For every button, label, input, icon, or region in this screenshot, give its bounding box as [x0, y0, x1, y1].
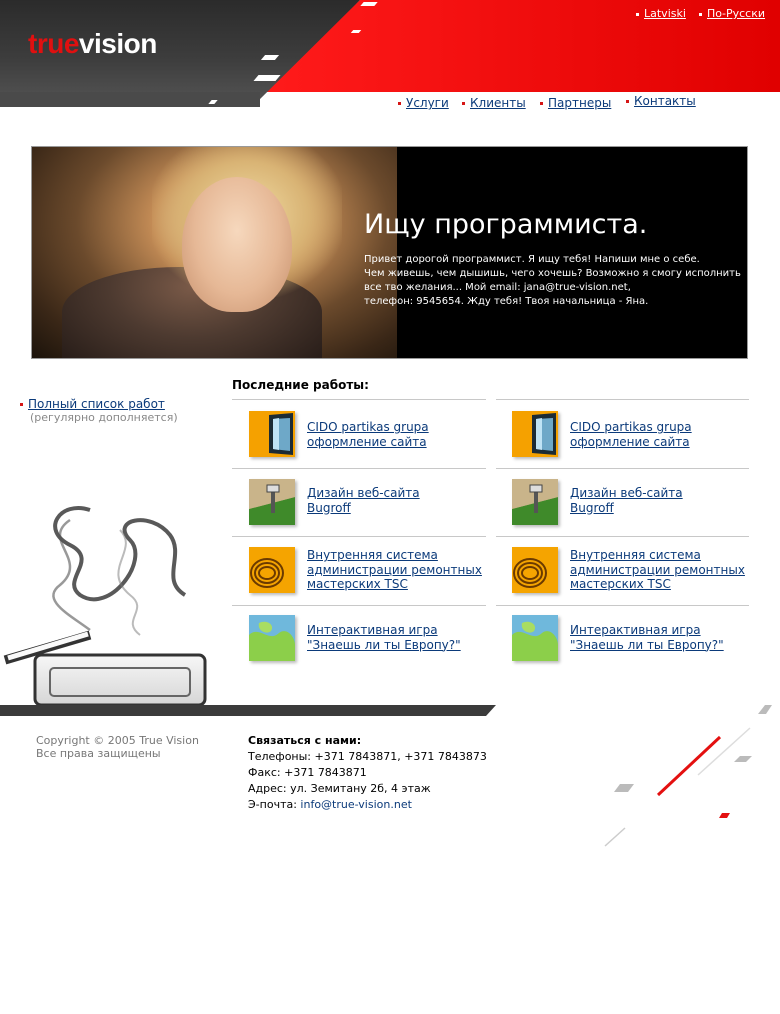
work-link-line[interactable]: Внутренняя система: [307, 548, 438, 562]
lang-latviski[interactable]: Latviski: [636, 7, 686, 20]
work-item[interactable]: CIDO partikas grupa оформление сайта: [307, 420, 482, 449]
bullet-icon: [699, 12, 702, 16]
work-link-line[interactable]: Интерактивная игра: [307, 623, 438, 637]
nav-item-services[interactable]: Услуги: [398, 96, 449, 110]
header-gray-strip: [0, 92, 260, 107]
bullet-icon: [626, 100, 629, 103]
hero-photo: [32, 147, 397, 358]
contacts-email-label: Э-почта:: [248, 798, 301, 811]
work-link-line[interactable]: мастерских TSC: [307, 577, 408, 591]
work-link-line[interactable]: "Знаешь ли ты Европу?": [307, 638, 461, 652]
work-link-line[interactable]: Дизайн веб-сайта: [570, 486, 683, 500]
divider: [496, 399, 749, 400]
all-works-link[interactable]: Полный список работ: [28, 397, 165, 411]
works-title: Последние работы:: [232, 378, 369, 392]
nav-item-contacts[interactable]: Контакты: [626, 94, 696, 108]
smoking-ashtray-illustration: [3, 506, 207, 705]
all-works-item[interactable]: Полный список работ: [20, 397, 165, 411]
divider: [496, 536, 749, 537]
work-item[interactable]: CIDO partikas grupa оформление сайта: [570, 420, 745, 449]
hero-title: Ищу программиста.: [364, 209, 648, 240]
footer-bar: [0, 705, 496, 716]
contacts-fax: Факс: +371 7843871: [248, 766, 367, 779]
hero-text-line: телефон: 9545654. Жду тебя! Твоя начальн…: [364, 296, 649, 307]
contacts-block: Связаться с нами: Телефоны: +371 7843871…: [248, 733, 487, 813]
divider: [496, 605, 749, 606]
logo-word-vision: vision: [78, 28, 157, 59]
bullet-icon: [636, 12, 639, 16]
work-link-line[interactable]: "Знаешь ли ты Европу?": [570, 638, 724, 652]
work-link-line[interactable]: оформление сайта: [570, 435, 690, 449]
work-item[interactable]: Внутренняя система администрации ремонтн…: [307, 548, 482, 592]
work-link-line[interactable]: CIDO partikas grupa: [570, 420, 692, 434]
nav-link-clients[interactable]: Клиенты: [470, 96, 526, 110]
contacts-heading: Связаться с нами:: [248, 734, 362, 747]
bullet-icon: [398, 102, 401, 105]
tv-screen-icon[interactable]: [249, 411, 295, 457]
work-link-line[interactable]: Интерактивная игра: [570, 623, 701, 637]
divider: [496, 468, 749, 469]
work-link-line[interactable]: администрации ремонтных: [307, 563, 482, 577]
nav-link-partners[interactable]: Партнеры: [548, 96, 611, 110]
copyright-line: Copyright © 2005 True Vision: [36, 734, 199, 747]
europe-map-icon[interactable]: [249, 615, 295, 661]
brand-logo[interactable]: truevision: [28, 28, 157, 60]
hero-banner: Ищу программиста. Привет дорогой програм…: [31, 146, 748, 359]
work-link-line[interactable]: администрации ремонтных: [570, 563, 745, 577]
divider: [232, 468, 486, 469]
nav-link-services[interactable]: Услуги: [406, 96, 449, 110]
garden-lamp-icon[interactable]: [512, 479, 558, 525]
work-link-line[interactable]: Внутренняя система: [570, 548, 701, 562]
bullet-icon: [462, 102, 465, 105]
contacts-email-link[interactable]: info@true-vision.net: [300, 798, 411, 811]
lang-link-russian[interactable]: По-Русски: [707, 7, 765, 20]
contacts-email-row: Э-почта: info@true-vision.net: [248, 797, 487, 813]
hero-text-line: Чем живешь, чем дышишь, чего хочешь? Воз…: [364, 268, 741, 279]
cable-coil-icon[interactable]: [249, 547, 295, 593]
hero-text-line: все тво желания... Мой email: jana@true-…: [364, 282, 631, 293]
work-item[interactable]: Интерактивная игра "Знаешь ли ты Европу?…: [307, 623, 482, 652]
europe-map-icon[interactable]: [512, 615, 558, 661]
divider: [232, 605, 486, 606]
contacts-address: Адрес: ул. Земитану 2б, 4 этаж: [248, 782, 431, 795]
hero-text: Привет дорогой программист. Я ищу тебя! …: [364, 253, 741, 309]
work-item[interactable]: Интерактивная игра "Знаешь ли ты Европу?…: [570, 623, 745, 652]
work-link-line[interactable]: оформление сайта: [307, 435, 427, 449]
work-link-line[interactable]: Bugroff: [570, 501, 614, 515]
lang-russian[interactable]: По-Русски: [699, 7, 765, 20]
bullet-icon: [540, 102, 543, 105]
hero-text-line: Привет дорогой программист. Я ищу тебя! …: [364, 254, 700, 265]
contacts-phones: Телефоны: +371 7843871, +371 7843873: [248, 750, 487, 763]
work-item[interactable]: Дизайн веб-сайта Bugroff: [570, 486, 745, 515]
work-link-line[interactable]: Bugroff: [307, 501, 351, 515]
all-works-note: (регулярно дополняется): [30, 411, 178, 424]
work-item[interactable]: Дизайн веб-сайта Bugroff: [307, 486, 482, 515]
divider: [232, 399, 486, 400]
tv-screen-icon[interactable]: [512, 411, 558, 457]
nav-link-contacts[interactable]: Контакты: [634, 94, 696, 108]
logo-word-true: true: [28, 28, 79, 59]
footer-decor: [604, 705, 772, 847]
copyright-rights: Все права защищены: [36, 747, 161, 760]
cable-coil-icon[interactable]: [512, 547, 558, 593]
copyright: Copyright © 2005 True Vision Все права з…: [36, 734, 199, 760]
work-link-line[interactable]: Дизайн веб-сайта: [307, 486, 420, 500]
garden-lamp-icon[interactable]: [249, 479, 295, 525]
lang-link-latviski[interactable]: Latviski: [644, 7, 686, 20]
hero-photo-face: [182, 177, 292, 312]
work-link-line[interactable]: CIDO partikas grupa: [307, 420, 429, 434]
divider: [232, 536, 486, 537]
work-item[interactable]: Внутренняя система администрации ремонтн…: [570, 548, 745, 592]
work-link-line[interactable]: мастерских TSC: [570, 577, 671, 591]
nav-item-partners[interactable]: Партнеры: [540, 96, 611, 110]
nav-item-clients[interactable]: Клиенты: [462, 96, 526, 110]
bullet-icon: [20, 403, 23, 406]
